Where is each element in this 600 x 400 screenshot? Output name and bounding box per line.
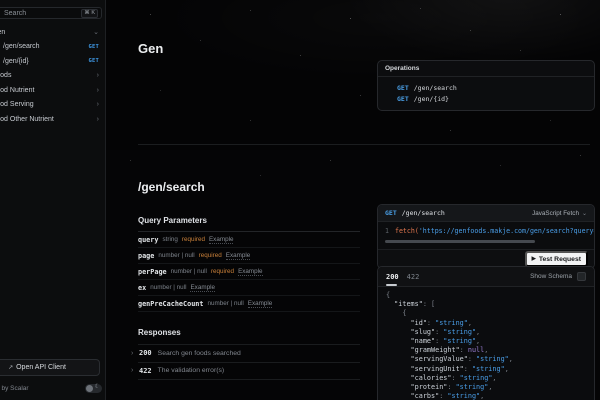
json-line: "protein": "string",: [386, 383, 594, 392]
show-schema-toggle[interactable]: [577, 272, 586, 281]
example-link[interactable]: Example: [209, 236, 234, 244]
operation-path: /gen/search: [414, 84, 457, 92]
tab-422[interactable]: 422: [407, 273, 420, 281]
json-line: "servingValue": "string",: [386, 355, 594, 364]
line-number: 1: [385, 227, 389, 235]
json-line: "slug": "string",: [386, 328, 594, 337]
moon-icon: ☾: [95, 383, 100, 390]
json-line: "carbs": "string",: [386, 392, 594, 400]
param-row-ex: ex number | null Example: [138, 280, 360, 296]
chevron-right-icon: ›: [97, 72, 99, 79]
dark-mode-toggle[interactable]: ☾: [85, 384, 102, 393]
get-method-label: GET: [397, 84, 409, 92]
example-link[interactable]: Example: [248, 300, 273, 308]
query-parameters-heading: Query Parameters: [138, 216, 360, 232]
param-row-perpage: perPage number | null required Example: [138, 264, 360, 280]
language-selector[interactable]: JavaScript Fetch ⌄: [532, 210, 587, 217]
required-badge: required: [199, 252, 222, 259]
response-card-header: 200 422 Show Schema: [378, 267, 594, 287]
open-api-client-label: Open API Client: [16, 364, 66, 371]
endpoint-docs: /gen/search Query Parameters query strin…: [138, 180, 360, 380]
chevron-right-icon: ›: [131, 367, 133, 374]
sidebar-item-foods[interactable]: Foods ›: [0, 69, 105, 84]
show-schema-label: Show Schema: [530, 273, 572, 280]
response-row-200[interactable]: › 200 Search gen foods searched: [138, 345, 360, 363]
param-row-page: page number | null required Example: [138, 248, 360, 264]
external-link-icon: ↗: [8, 364, 13, 371]
open-api-client-button[interactable]: ↗ Open API Client: [0, 359, 100, 376]
section-divider: [138, 144, 590, 145]
get-method-badge: GET: [88, 44, 99, 50]
operations-card-title: Operations: [378, 61, 594, 77]
toggle-knob: [86, 385, 93, 392]
sidebar-item-gen-id[interactable]: /gen/{id} GET: [0, 54, 105, 69]
response-body-card: 200 422 Show Schema { "items": [ { "id":…: [377, 266, 595, 400]
request-path: /gen/search: [402, 209, 532, 217]
sidebar-item-food-serving[interactable]: Food Serving ›: [0, 98, 105, 113]
json-line: "gramWeight": null,: [386, 346, 594, 355]
operation-link-gen-search[interactable]: GET /gen/search: [378, 82, 594, 93]
json-line: "calories": "string",: [386, 374, 594, 383]
sidebar-nav: Gen ⌄ /gen/search GET /gen/{id} GET Food…: [0, 25, 105, 127]
param-row-query: query string required Example: [138, 232, 360, 248]
code-example-area: 1fetch('https://genfoods.makje.com/gen/s…: [378, 222, 594, 249]
api-docs-app: Search ⌘ K Gen ⌄ /gen/search GET /gen/{i…: [0, 0, 600, 400]
horizontal-scrollbar[interactable]: [385, 240, 535, 243]
play-icon: ▶: [532, 256, 536, 262]
keyboard-shortcut-badge: ⌘ K: [81, 9, 98, 18]
json-line: "servingUnit": "string",: [386, 365, 594, 374]
responses-list: › 200 Search gen foods searched › 422 Th…: [138, 344, 360, 380]
chevron-right-icon: ›: [97, 116, 99, 123]
get-method-label: GET: [397, 95, 409, 103]
chevron-down-icon: ⌄: [582, 210, 587, 217]
chevron-right-icon: ›: [97, 101, 99, 108]
powered-by-scalar: Powered by Scalar: [0, 385, 29, 392]
get-method-badge: GET: [88, 58, 99, 64]
request-card-header: GET /gen/search JavaScript Fetch ⌄: [378, 205, 594, 222]
code-line: 1fetch('https://genfoods.makje.com/gen/s…: [385, 227, 594, 235]
tab-200[interactable]: 200: [386, 273, 399, 281]
sidebar-item-food-other-nutrient[interactable]: Food Other Nutrient ›: [0, 112, 105, 127]
operations-list: GET /gen/search GET /gen/{id}: [378, 77, 594, 110]
responses-heading: Responses: [138, 328, 360, 344]
json-line: "name": "string",: [386, 337, 594, 346]
param-row-genprecachecount: genPreCacheCount number | null Example: [138, 296, 360, 312]
page-title: Gen: [138, 41, 163, 56]
response-json-body: { "items": [ { "id": "string", "slug": "…: [378, 287, 594, 400]
get-method-label: GET: [385, 209, 397, 217]
operations-card: Operations GET /gen/search GET /gen/{id}: [377, 60, 595, 111]
search-placeholder: Search: [4, 10, 81, 17]
example-link[interactable]: Example: [226, 252, 251, 260]
test-request-button[interactable]: ▶ Test Request: [525, 251, 588, 267]
main-content: Gen Operations GET /gen/search GET /gen/…: [106, 0, 600, 400]
chevron-down-icon: ⌄: [93, 28, 99, 36]
sidebar: Search ⌘ K Gen ⌄ /gen/search GET /gen/{i…: [0, 0, 106, 400]
chevron-right-icon: ›: [97, 87, 99, 94]
json-line: {: [386, 309, 594, 318]
sidebar-item-food-nutrient[interactable]: Food Nutrient ›: [0, 83, 105, 98]
request-example-card: GET /gen/search JavaScript Fetch ⌄ 1fetc…: [377, 204, 595, 269]
example-link[interactable]: Example: [190, 284, 215, 292]
example-link[interactable]: Example: [238, 268, 263, 276]
required-badge: required: [211, 268, 234, 275]
search-input[interactable]: Search ⌘ K: [0, 7, 102, 19]
operation-link-gen-id[interactable]: GET /gen/{id}: [378, 93, 594, 104]
operation-path: /gen/{id}: [414, 95, 449, 103]
starfield-decoration: [106, 0, 107, 1]
chevron-right-icon: ›: [131, 350, 133, 357]
sidebar-item-gen[interactable]: Gen ⌄: [0, 25, 105, 40]
sidebar-item-gen-search[interactable]: /gen/search GET: [0, 40, 105, 55]
response-row-422[interactable]: › 422 The validation error(s): [138, 363, 360, 381]
required-badge: required: [182, 236, 205, 243]
endpoint-title: /gen/search: [138, 180, 360, 194]
json-line: "items": [: [386, 300, 594, 309]
json-line: "id": "string",: [386, 319, 594, 328]
json-line: {: [386, 291, 594, 300]
